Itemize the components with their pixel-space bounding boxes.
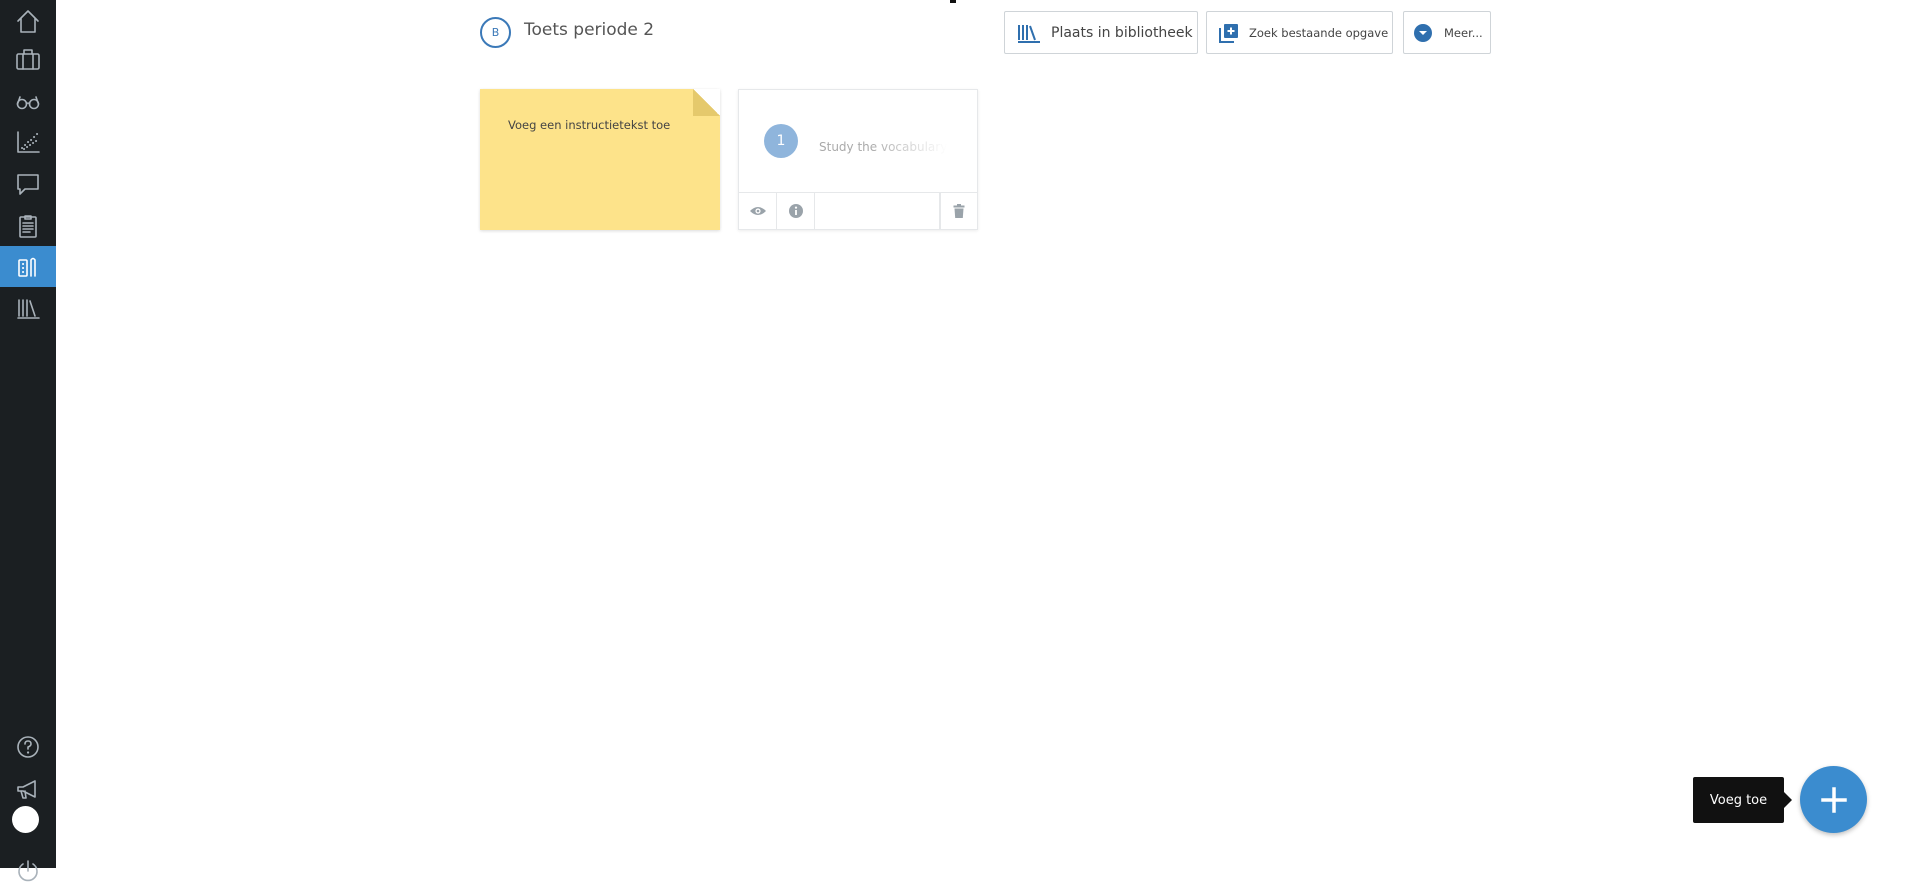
task-card[interactable]: 1 Study the vocabulary [738, 89, 978, 230]
delete-button[interactable] [940, 193, 977, 229]
chevron-down-icon [1414, 23, 1432, 42]
library-icon [17, 298, 40, 319]
info-icon [788, 204, 803, 218]
sidebar-item-announcements[interactable] [0, 768, 56, 809]
add-copy-icon [1219, 23, 1239, 43]
preview-button[interactable] [739, 193, 777, 229]
chat-icon [17, 173, 39, 195]
glasses-icon [16, 95, 40, 109]
sidebar-item-home[interactable] [0, 0, 56, 41]
sidebar-item-chat[interactable] [0, 163, 56, 204]
section-badge: B [480, 17, 511, 48]
sidebar-item-glasses[interactable] [0, 80, 56, 121]
eye-icon [749, 207, 766, 215]
sidebar-item-tasks[interactable] [0, 246, 56, 287]
sidebar [0, 0, 56, 881]
info-button[interactable] [777, 193, 815, 229]
sidebar-item-logout[interactable] [0, 850, 56, 891]
add-button[interactable] [1800, 766, 1867, 833]
task-card-footer [739, 192, 977, 229]
sidebar-item-chart[interactable] [0, 121, 56, 162]
task-title: Study the vocabulary [819, 140, 947, 154]
tasks-icon [18, 257, 36, 277]
plus-icon [1820, 786, 1847, 813]
task-number: 1 [776, 133, 786, 149]
sidebar-item-clipboard[interactable] [0, 205, 56, 246]
find-existing-task-label: Zoek bestaande opgave [1249, 25, 1389, 40]
avatar[interactable] [12, 806, 39, 833]
megaphone-icon [17, 779, 36, 799]
trash-icon [953, 204, 965, 218]
sidebar-item-briefcase[interactable] [0, 38, 56, 79]
more-button[interactable]: Meer... [1403, 11, 1491, 54]
page-title: Toets periode 2 [524, 20, 655, 40]
power-icon [18, 859, 38, 881]
scroll-indicator [950, 0, 956, 3]
place-in-library-label: Plaats in bibliotheek [1051, 24, 1193, 41]
home-icon [17, 9, 39, 33]
task-footer-spacer [815, 193, 940, 229]
add-tooltip: Voeg toe [1693, 777, 1792, 823]
clipboard-icon [19, 214, 37, 238]
sidebar-item-library[interactable] [0, 287, 56, 328]
task-number-badge: 1 [764, 124, 798, 158]
library-icon [1017, 23, 1041, 43]
find-existing-task-button[interactable]: Zoek bestaande opgave [1206, 11, 1393, 54]
instruction-note-text: Voeg een instructietekst toe [508, 118, 671, 132]
chart-icon [17, 130, 40, 153]
more-label: Meer... [1444, 25, 1483, 40]
sidebar-item-help[interactable] [0, 726, 56, 767]
briefcase-icon [16, 48, 40, 70]
section-badge-label: B [491, 26, 500, 39]
page-fold-icon [693, 89, 720, 116]
help-icon [17, 735, 39, 758]
place-in-library-button[interactable]: Plaats in bibliotheek [1004, 11, 1198, 54]
instruction-note-card[interactable]: Voeg een instructietekst toe [480, 89, 720, 230]
